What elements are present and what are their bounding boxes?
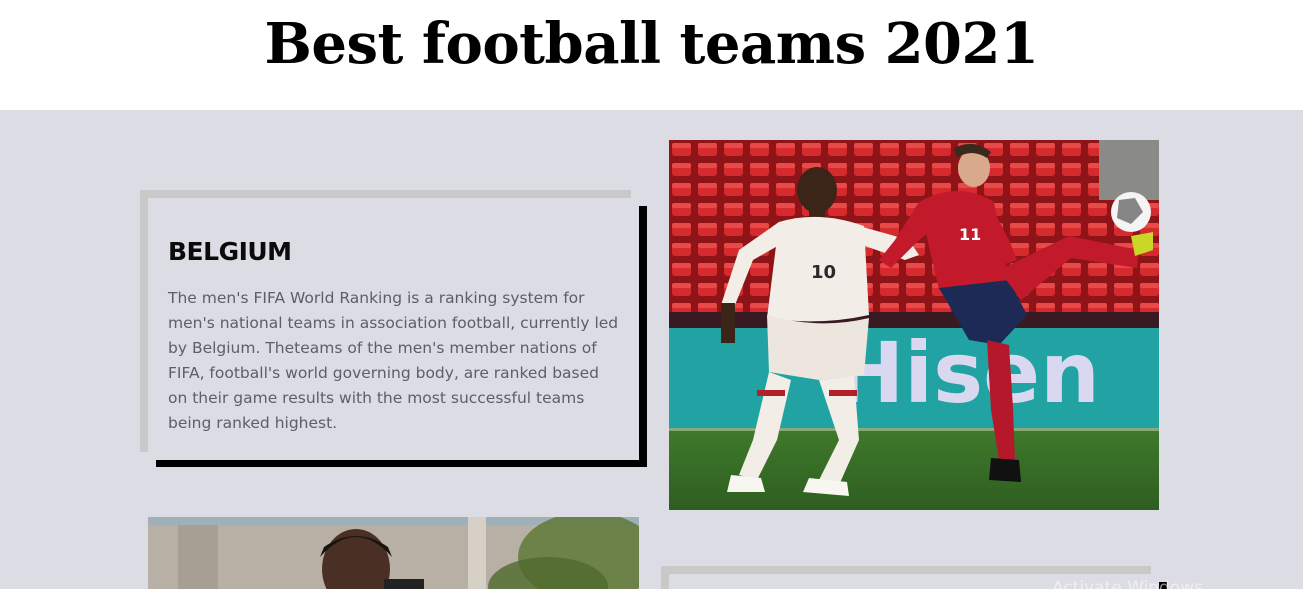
team-name: BELGIUM — [168, 237, 292, 266]
card-frame-bottom — [156, 460, 647, 467]
card2-frame-left — [661, 566, 669, 589]
card2-frame-top — [661, 566, 1151, 574]
match-photo: Hisen 10 11 — [669, 140, 1159, 510]
player-number-left: 10 — [811, 262, 836, 283]
ad-board-text: Hisen — [834, 324, 1100, 422]
page-header: Best football teams 2021 — [0, 0, 1303, 110]
team-description: The men's FIFA World Ranking is a rankin… — [168, 289, 619, 432]
activate-windows-watermark: Activate Windows — [1052, 578, 1203, 589]
main-content: BELGIUM The men's FIFA World Ranking is … — [0, 110, 1303, 589]
card-frame-right — [639, 206, 647, 467]
card-frame-left — [140, 190, 148, 452]
page: Best football teams 2021 BELGIUM The men… — [0, 0, 1303, 589]
team-card-belgium: BELGIUM The men's FIFA World Ranking is … — [168, 232, 628, 436]
team-photo-2 — [148, 517, 639, 589]
player-number-right: 11 — [959, 225, 981, 244]
page-title: Best football teams 2021 — [264, 11, 1039, 77]
card-frame-top — [140, 190, 631, 198]
